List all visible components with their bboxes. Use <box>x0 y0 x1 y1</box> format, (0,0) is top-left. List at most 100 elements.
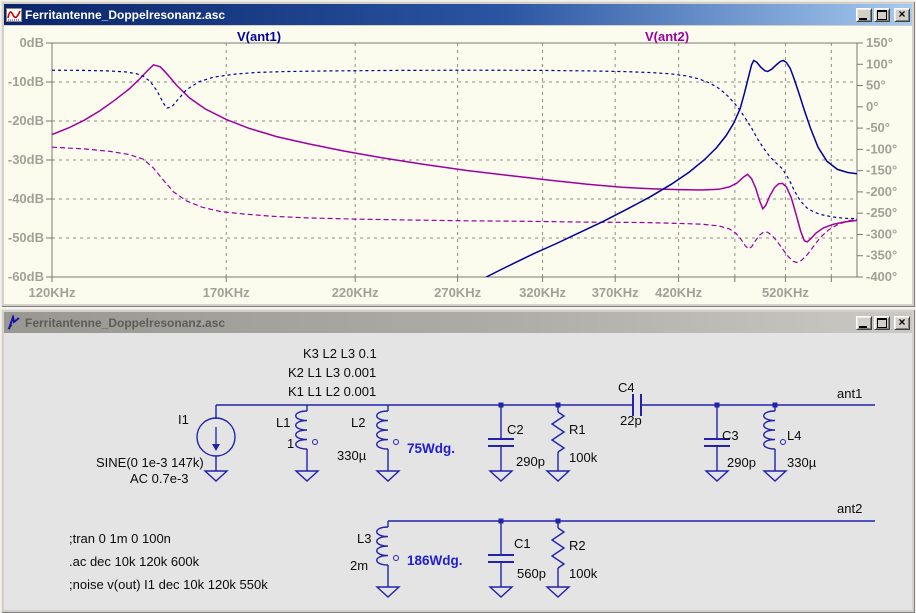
minimize-icon <box>859 17 867 20</box>
component-value-R1: 100k <box>569 450 598 465</box>
k-directive: K2 L1 L3 0.001 <box>288 365 376 380</box>
y-left-label: -30dB <box>8 152 44 167</box>
legend-V(ant1)[interactable]: V(ant1) <box>237 29 281 44</box>
schematic-pane[interactable]: I1 SINE(0 1e-3 147k) AC 0.7e-3 L1 1 L2 330µ 75W… <box>4 333 912 610</box>
window-controls: × <box>856 7 910 22</box>
y-right-label: 150° <box>866 35 893 50</box>
ground-symbol[interactable] <box>704 470 730 482</box>
maximize-button[interactable] <box>874 315 890 330</box>
component-name-R1: R1 <box>569 422 586 437</box>
x-tick-label: 220KHz <box>332 285 379 300</box>
y-left-label: -60dB <box>8 269 44 284</box>
y-left-label: -50dB <box>8 230 44 245</box>
phase-dot <box>393 555 399 561</box>
inductor-symbol-L2[interactable] <box>376 410 389 450</box>
ground-symbol[interactable] <box>375 470 401 482</box>
comment-text: 75Wdg. <box>407 441 455 456</box>
y-left-label: -10dB <box>8 74 44 89</box>
y-right-label: -50° <box>866 120 890 135</box>
component-name-R2: R2 <box>569 538 586 553</box>
component-name-L2: L2 <box>351 415 365 430</box>
ground-symbol[interactable] <box>762 470 788 482</box>
component-name-L3: L3 <box>357 531 371 546</box>
close-button[interactable]: × <box>894 7 910 22</box>
component-name-C3: C3 <box>722 428 739 443</box>
y-right-label: 0° <box>866 99 878 114</box>
component-name-I1: I1 <box>178 412 189 427</box>
y-right-label: -150° <box>866 163 897 178</box>
y-right-label: -350° <box>866 248 897 263</box>
component-name-C4: C4 <box>618 380 635 395</box>
inductor-symbol-L1[interactable] <box>295 410 308 450</box>
junction-dot <box>498 402 504 408</box>
y-left-label: 0dB <box>19 35 44 50</box>
sim-directive: .ac dec 10k 120k 600k <box>69 554 200 569</box>
waveform-window-icon <box>6 7 22 23</box>
resistor-symbol-R2[interactable] <box>550 527 566 569</box>
y-left-label: -20dB <box>8 113 44 128</box>
component-value-L1: 1 <box>287 436 294 451</box>
sim-directive: ;tran 0 1m 0 100n <box>69 531 171 546</box>
phase-dot <box>780 439 786 445</box>
schematic-titlebar[interactable]: Ferritantenne_Doppelresonanz.asc × <box>4 312 912 333</box>
y-right-label: 50° <box>866 78 886 93</box>
phase-dot <box>393 439 399 445</box>
minimize-button[interactable] <box>856 315 872 330</box>
minimize-button[interactable] <box>856 7 872 22</box>
y-left-label: -40dB <box>8 191 44 206</box>
maximize-icon <box>877 10 887 20</box>
phase-dot <box>312 439 318 445</box>
waveform-titlebar[interactable]: Ferritantenne_Doppelresonanz.asc × <box>4 4 912 25</box>
component-value-I1: SINE(0 1e-3 147k) <box>96 455 204 470</box>
net-label-ant2: ant2 <box>837 501 862 516</box>
component-value-C3: 290p <box>727 455 756 470</box>
inductor-symbol-L4[interactable] <box>763 410 776 450</box>
ground-symbol[interactable] <box>545 470 571 482</box>
x-tick-label: 520KHz <box>762 285 809 300</box>
arrow-head <box>212 444 220 451</box>
resistor-symbol-R1[interactable] <box>550 411 566 453</box>
x-tick-label: 420KHz <box>655 285 702 300</box>
maximize-button[interactable] <box>874 7 890 22</box>
x-tick-label: 270KHz <box>434 285 481 300</box>
junction-dot <box>555 518 561 524</box>
ground-symbol[interactable] <box>488 470 514 482</box>
component-name-L1: L1 <box>276 415 290 430</box>
trace-V(ant1)-phase_deg <box>52 69 857 220</box>
schematic-window-icon <box>6 314 22 331</box>
junction-dot <box>714 402 720 408</box>
trace-V(ant2)-phase_deg <box>52 146 857 264</box>
x-tick-label: 320KHz <box>519 285 566 300</box>
component-value-R2: 100k <box>569 566 598 581</box>
close-button[interactable]: × <box>894 315 910 330</box>
y-right-label: -100° <box>866 141 897 156</box>
k-directive: K3 L2 L3 0.1 <box>303 346 377 361</box>
legend-V(ant2)[interactable]: V(ant2) <box>645 29 689 44</box>
waveform-pane[interactable]: 120KHz 170KHz 220KHz 270KHz 320KHz 370KHz 420K… <box>4 26 912 304</box>
inductor-symbol-L3[interactable] <box>376 526 389 566</box>
ground-symbol[interactable] <box>545 586 571 598</box>
y-right-label: -200° <box>866 184 897 199</box>
y-right-label: -400° <box>866 269 897 284</box>
sim-directive: ;noise v(out) I1 dec 10k 120k 550k <box>69 577 268 592</box>
component-name-C1: C1 <box>514 536 531 551</box>
ground-symbol[interactable] <box>375 586 401 598</box>
close-icon: × <box>898 315 906 329</box>
y-right-label: -300° <box>866 226 897 241</box>
component-value-C2: 290p <box>516 454 545 469</box>
component-value-C4: 22p <box>620 413 642 428</box>
schematic-window-title: Ferritantenne_Doppelresonanz.asc <box>25 315 226 330</box>
close-icon: × <box>898 7 906 21</box>
maximize-icon <box>877 318 887 328</box>
ground-symbol[interactable] <box>203 470 229 482</box>
ground-symbol[interactable] <box>294 470 320 482</box>
ltspice-desktop: Ferritantenne_Doppelresonanz.asc × 120KH… <box>0 0 916 613</box>
component-value-L2: 330µ <box>337 448 367 463</box>
component-value-L4: 330µ <box>787 455 817 470</box>
comment-text: 186Wdg. <box>407 553 463 568</box>
k-directive: K1 L1 L2 0.001 <box>288 384 376 399</box>
trace-V(ant2)-magnitude_dB <box>52 63 857 243</box>
ground-symbol[interactable] <box>488 586 514 598</box>
component-value-C1: 560p <box>517 566 546 581</box>
schematic-window: Ferritantenne_Doppelresonanz.asc × I1 SIN… <box>0 308 916 613</box>
